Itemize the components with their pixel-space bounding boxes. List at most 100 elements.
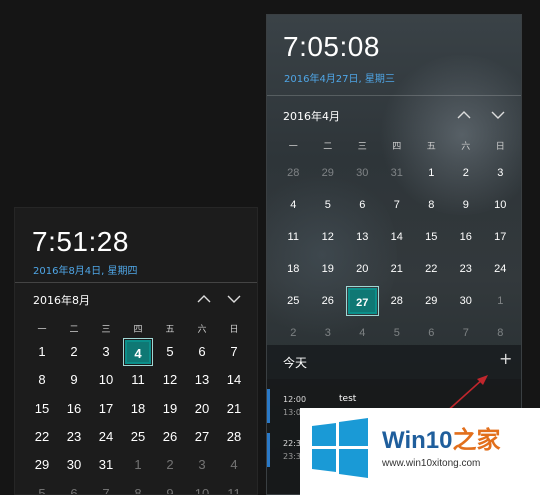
calendar-day[interactable]: 5: [383, 320, 412, 346]
calendar-day[interactable]: 1: [417, 160, 446, 186]
calendar-day[interactable]: 10: [189, 482, 215, 495]
calendar-day[interactable]: 9: [452, 192, 481, 218]
watermark-brand: Win10之家: [382, 420, 500, 455]
calendar-day[interactable]: 30: [452, 288, 481, 314]
calendar-day[interactable]: 20: [348, 256, 377, 282]
calendar-day[interactable]: 29: [29, 453, 55, 477]
weekday-header: 日: [229, 324, 239, 334]
calendar-day[interactable]: 5: [157, 340, 183, 364]
calendar-day[interactable]: 25: [279, 288, 308, 314]
calendar-day[interactable]: 5: [29, 482, 55, 495]
calendar-day[interactable]: 9: [157, 482, 183, 495]
calendar-day[interactable]: 20: [189, 397, 215, 421]
calendar-day[interactable]: 19: [314, 256, 343, 282]
calendar-day[interactable]: 30: [61, 453, 87, 477]
calendar-day[interactable]: 11: [125, 368, 151, 392]
next-month-button[interactable]: [225, 292, 243, 306]
calendar-day[interactable]: 28: [383, 288, 412, 314]
calendar-day[interactable]: 2: [157, 453, 183, 477]
calendar-day[interactable]: 10: [93, 368, 119, 392]
left-calendar-flyout: 7:51:28 2016年8月4日, 星期四 2016年8月 一二三四五六日12…: [14, 207, 258, 495]
add-event-button[interactable]: +: [499, 351, 512, 367]
calendar-day[interactable]: 22: [417, 256, 446, 282]
chevron-up-icon: [197, 295, 211, 303]
calendar-day[interactable]: 8: [29, 368, 55, 392]
calendar-day[interactable]: 8: [125, 482, 151, 495]
calendar-day[interactable]: 23: [61, 425, 87, 449]
calendar-day[interactable]: 14: [221, 368, 247, 392]
calendar-day[interactable]: 24: [486, 256, 515, 282]
calendar-day[interactable]: 4: [279, 192, 308, 218]
calendar-day[interactable]: 18: [279, 256, 308, 282]
calendar-day[interactable]: 2: [279, 320, 308, 346]
month-label[interactable]: 2016年4月: [283, 108, 340, 124]
calendar-day[interactable]: 7: [221, 340, 247, 364]
calendar-day[interactable]: 17: [93, 397, 119, 421]
calendar-day[interactable]: 4: [348, 320, 377, 346]
calendar-day[interactable]: 16: [452, 224, 481, 250]
next-month-button[interactable]: [489, 108, 507, 122]
calendar-day[interactable]: 12: [157, 368, 183, 392]
calendar-day[interactable]: 17: [486, 224, 515, 250]
calendar-day[interactable]: 11: [221, 482, 247, 495]
calendar-day[interactable]: 31: [383, 160, 412, 186]
full-date-link[interactable]: 2016年4月27日, 星期三: [284, 70, 395, 85]
calendar-day[interactable]: 12: [314, 224, 343, 250]
calendar-day[interactable]: 26: [157, 425, 183, 449]
previous-month-button[interactable]: [455, 108, 473, 122]
calendar-day[interactable]: 14: [383, 224, 412, 250]
previous-month-button[interactable]: [195, 292, 213, 306]
calendar-day[interactable]: 7: [452, 320, 481, 346]
calendar-day[interactable]: 6: [61, 482, 87, 495]
calendar-day[interactable]: 22: [29, 425, 55, 449]
full-date-link[interactable]: 2016年8月4日, 星期四: [33, 262, 138, 277]
calendar-day[interactable]: 25: [125, 425, 151, 449]
calendar-day[interactable]: 9: [61, 368, 87, 392]
calendar-day[interactable]: 29: [314, 160, 343, 186]
calendar-day[interactable]: 3: [486, 160, 515, 186]
calendar-day[interactable]: 7: [383, 192, 412, 218]
calendar-day[interactable]: 21: [383, 256, 412, 282]
calendar-day[interactable]: 10: [486, 192, 515, 218]
calendar-day[interactable]: 28: [221, 425, 247, 449]
calendar-day[interactable]: 1: [486, 288, 515, 314]
calendar-day[interactable]: 31: [93, 453, 119, 477]
calendar-day[interactable]: 29: [417, 288, 446, 314]
calendar-day[interactable]: 3: [93, 340, 119, 364]
clock-time: 7:05:08: [283, 31, 380, 62]
calendar-day[interactable]: 16: [61, 397, 87, 421]
calendar-day[interactable]: 3: [189, 453, 215, 477]
calendar-day-today[interactable]: 4: [123, 338, 153, 366]
calendar-day[interactable]: 13: [348, 224, 377, 250]
calendar-day[interactable]: 30: [348, 160, 377, 186]
calendar-day[interactable]: 7: [93, 482, 119, 495]
calendar-day[interactable]: 6: [348, 192, 377, 218]
calendar-day[interactable]: 13: [189, 368, 215, 392]
calendar-day[interactable]: 2: [452, 160, 481, 186]
calendar-day[interactable]: 8: [486, 320, 515, 346]
calendar-day[interactable]: 24: [93, 425, 119, 449]
calendar-day[interactable]: 15: [29, 397, 55, 421]
calendar-day[interactable]: 4: [221, 453, 247, 477]
calendar-day[interactable]: 21: [221, 397, 247, 421]
calendar-day[interactable]: 6: [189, 340, 215, 364]
calendar-day[interactable]: 6: [417, 320, 446, 346]
calendar-day[interactable]: 27: [189, 425, 215, 449]
calendar-day[interactable]: 23: [452, 256, 481, 282]
month-label[interactable]: 2016年8月: [33, 292, 90, 308]
weekday-header: 一: [288, 141, 298, 151]
calendar-day[interactable]: 26: [314, 288, 343, 314]
calendar-day[interactable]: 2: [61, 340, 87, 364]
calendar-day[interactable]: 19: [157, 397, 183, 421]
calendar-day[interactable]: 11: [279, 224, 308, 250]
calendar-day[interactable]: 1: [29, 340, 55, 364]
calendar-day[interactable]: 15: [417, 224, 446, 250]
calendar-day[interactable]: 8: [417, 192, 446, 218]
calendar-day[interactable]: 18: [125, 397, 151, 421]
calendar-day[interactable]: 28: [279, 160, 308, 186]
watermark-brand-main: Win10: [382, 427, 453, 454]
calendar-day[interactable]: 3: [314, 320, 343, 346]
calendar-day-today[interactable]: 27: [346, 286, 379, 316]
calendar-day[interactable]: 5: [314, 192, 343, 218]
calendar-day[interactable]: 1: [125, 453, 151, 477]
